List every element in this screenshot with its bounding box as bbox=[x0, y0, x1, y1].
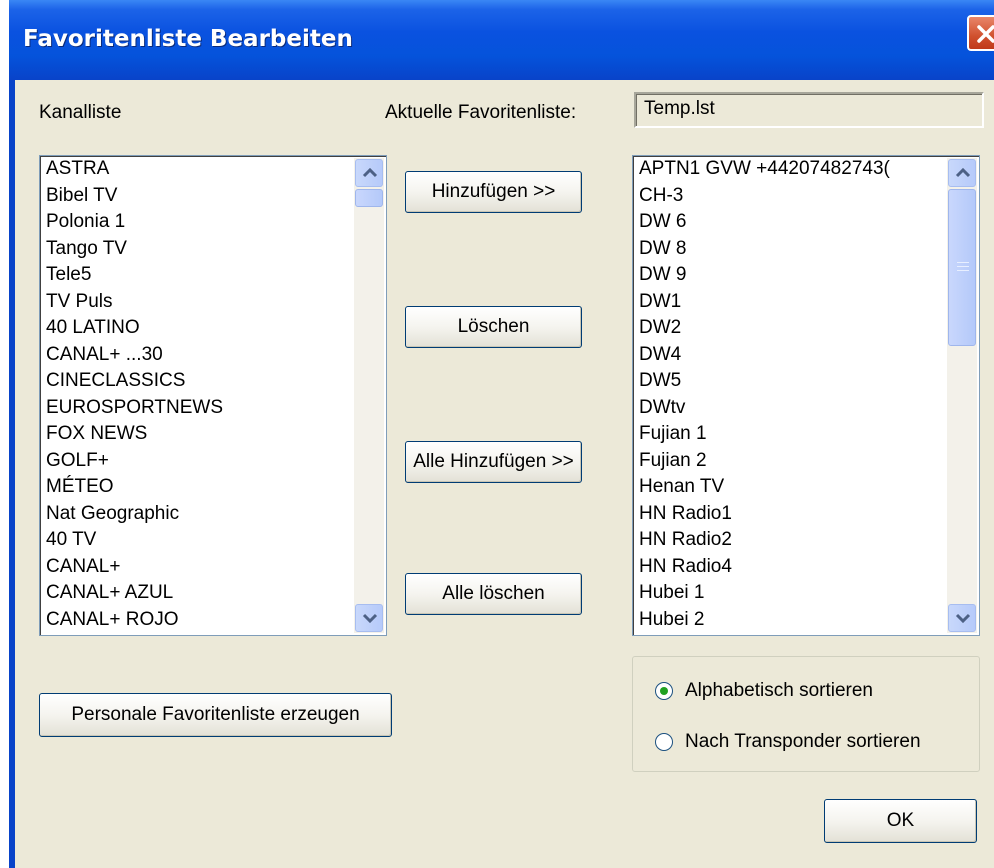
chevron-down-icon bbox=[955, 613, 971, 623]
scroll-thumb[interactable] bbox=[355, 189, 383, 207]
list-item[interactable]: DW1 bbox=[639, 289, 890, 316]
create-personal-list-button[interactable]: Personale Favoritenliste erzeugen bbox=[39, 693, 392, 737]
current-favorites-label: Aktuelle Favoritenliste: bbox=[385, 102, 577, 123]
list-item[interactable]: CINECLASSICS bbox=[46, 368, 223, 395]
list-item[interactable]: EUROSPORTNEWS bbox=[46, 395, 223, 422]
scroll-down-button[interactable] bbox=[948, 604, 976, 632]
list-item[interactable]: Tele5 bbox=[46, 262, 223, 289]
ok-button[interactable]: OK bbox=[824, 799, 977, 843]
list-item[interactable]: 40 TV bbox=[46, 527, 223, 554]
list-item[interactable]: Tango TV bbox=[46, 236, 223, 263]
list-item[interactable]: 40 LATINO bbox=[46, 315, 223, 342]
radio-selected-dot bbox=[660, 687, 668, 695]
list-item[interactable]: Nat Geographic bbox=[46, 501, 223, 528]
list-item[interactable]: Fujian 2 bbox=[639, 448, 890, 475]
delete-button[interactable]: Löschen bbox=[405, 306, 582, 348]
channel-listbox[interactable]: ASTRA Bibel TV Polonia 1 Tango TV Tele5 TV Pu… bbox=[39, 155, 387, 636]
list-item[interactable]: Henan TV bbox=[639, 474, 890, 501]
radio-alphabetical[interactable] bbox=[655, 682, 673, 700]
list-item[interactable]: DW 9 bbox=[639, 262, 890, 289]
channel-items: ASTRA Bibel TV Polonia 1 Tango TV Tele5 TV Pu… bbox=[46, 156, 223, 633]
list-item[interactable]: DW4 bbox=[639, 342, 890, 369]
chevron-up-icon bbox=[955, 168, 971, 178]
list-item[interactable]: MÉTEO bbox=[46, 474, 223, 501]
list-item[interactable]: FOX NEWS bbox=[46, 421, 223, 448]
list-item[interactable]: Polonia 1 bbox=[46, 209, 223, 236]
thumb-grip bbox=[957, 262, 969, 263]
radio-by-transponder[interactable] bbox=[655, 733, 673, 751]
list-item[interactable]: APTN1 GVW +44207482743( bbox=[639, 156, 890, 183]
list-item[interactable]: CANAL+ bbox=[46, 554, 223, 581]
thumb-grip bbox=[957, 266, 969, 267]
list-item[interactable]: HN Radio2 bbox=[639, 527, 890, 554]
sort-options-group: Alphabetisch sortieren Nach Transponder … bbox=[632, 656, 980, 772]
list-item[interactable]: HN Radio1 bbox=[639, 501, 890, 528]
window-border bbox=[9, 80, 15, 868]
favorite-scrollbar[interactable] bbox=[947, 158, 977, 633]
scroll-down-button[interactable] bbox=[355, 604, 383, 632]
list-item[interactable]: DWtv bbox=[639, 395, 890, 422]
add-button[interactable]: Hinzufügen >> bbox=[405, 171, 582, 213]
current-favorites-field[interactable]: Temp.lst bbox=[634, 92, 984, 128]
radio-alphabetical-label[interactable]: Alphabetisch sortieren bbox=[685, 680, 873, 702]
thumb-grip bbox=[957, 270, 969, 271]
chevron-up-icon bbox=[362, 168, 378, 178]
list-item[interactable]: Fujian 1 bbox=[639, 421, 890, 448]
list-item[interactable]: DW5 bbox=[639, 368, 890, 395]
list-item[interactable]: CANAL+ ...30 bbox=[46, 342, 223, 369]
close-icon bbox=[977, 25, 994, 43]
radio-by-transponder-label[interactable]: Nach Transponder sortieren bbox=[685, 731, 921, 753]
chevron-down-icon bbox=[362, 613, 378, 623]
list-item[interactable]: DW 8 bbox=[639, 236, 890, 263]
channel-list-label: Kanalliste bbox=[39, 102, 122, 123]
list-item[interactable]: DW 6 bbox=[639, 209, 890, 236]
add-all-button[interactable]: Alle Hinzufügen >> bbox=[405, 441, 582, 483]
scroll-up-button[interactable] bbox=[355, 159, 383, 187]
list-item[interactable]: CANAL+ ROJO bbox=[46, 607, 223, 634]
window-title: Favoritenliste Bearbeiten bbox=[23, 26, 353, 52]
list-item[interactable]: CH-3 bbox=[639, 183, 890, 210]
close-button[interactable] bbox=[967, 15, 994, 51]
scroll-up-button[interactable] bbox=[948, 159, 976, 187]
scroll-thumb[interactable] bbox=[948, 189, 976, 346]
list-item[interactable]: TV Puls bbox=[46, 289, 223, 316]
list-item[interactable]: ASTRA bbox=[46, 156, 223, 183]
dialog-window: Favoritenliste Bearbeiten Kanalliste Akt… bbox=[9, 0, 994, 868]
title-bar[interactable]: Favoritenliste Bearbeiten bbox=[9, 0, 994, 80]
list-item[interactable]: Bibel TV bbox=[46, 183, 223, 210]
channel-scrollbar[interactable] bbox=[354, 158, 384, 633]
list-item[interactable]: Hubei 2 bbox=[639, 607, 890, 634]
delete-all-button[interactable]: Alle löschen bbox=[405, 573, 582, 615]
list-item[interactable]: HN Radio4 bbox=[639, 554, 890, 581]
list-item[interactable]: DW2 bbox=[639, 315, 890, 342]
list-item[interactable]: GOLF+ bbox=[46, 448, 223, 475]
favorite-items: APTN1 GVW +44207482743(CH-3 DW 6 DW 8 DW 9D… bbox=[639, 156, 890, 633]
list-item[interactable]: Hubei 1 bbox=[639, 580, 890, 607]
list-item[interactable]: CANAL+ AZUL bbox=[46, 580, 223, 607]
favorite-listbox[interactable]: APTN1 GVW +44207482743(CH-3 DW 6 DW 8 DW 9D… bbox=[632, 155, 980, 636]
